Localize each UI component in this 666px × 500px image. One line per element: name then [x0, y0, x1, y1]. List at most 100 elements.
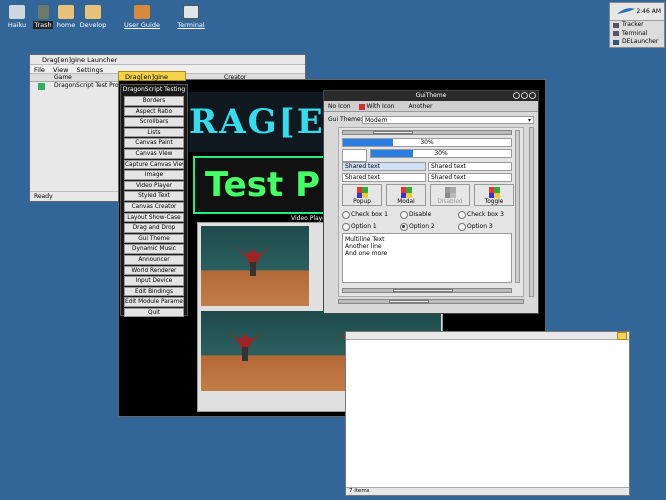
menu-item[interactable]: Capture Canvas View — [124, 159, 184, 170]
tab-bar: No Icon With Icon Another — [324, 101, 538, 112]
grid-icon — [444, 187, 456, 198]
window-vertical-scrollbar[interactable] — [529, 127, 534, 297]
tab-label: With Icon — [366, 103, 395, 110]
tab-no-icon[interactable]: No Icon — [328, 103, 351, 110]
folder-icon — [85, 5, 101, 19]
deskbar: 2:46 AM Tracker Terminal DELauncher — [609, 2, 665, 48]
window-title[interactable]: Drag[en]gine Launcher — [30, 55, 305, 65]
column-game[interactable]: Game — [54, 74, 72, 81]
text-field[interactable]: Shared text — [428, 173, 512, 182]
menu-item[interactable]: Drag and Drop — [124, 223, 184, 233]
home-folder-icon — [58, 5, 74, 19]
toggle-button[interactable]: Toggle — [474, 184, 514, 206]
theme-label: Gui Theme: — [328, 116, 363, 123]
window-tab[interactable] — [617, 332, 627, 340]
deskbar-item-label: Tracker — [622, 21, 644, 28]
menu-item[interactable]: Lists — [124, 127, 184, 138]
haiku-icon — [9, 5, 25, 19]
minimize-button[interactable] — [513, 92, 520, 99]
progress-value: 30% — [420, 139, 434, 146]
dragon-image — [235, 246, 271, 276]
tab-another[interactable]: Another — [409, 103, 433, 110]
menu-title: DragonScript Testing — [122, 86, 186, 93]
menu-item[interactable]: Canvas Paint — [124, 138, 184, 148]
grid-icon — [488, 187, 500, 198]
maximize-button[interactable] — [521, 92, 528, 99]
horizontal-scrollbar[interactable] — [342, 288, 512, 293]
deskbar-item-terminal[interactable]: Terminal — [610, 30, 664, 39]
deskbar-item-delauncher[interactable]: DELauncher — [610, 38, 664, 47]
menu-item[interactable]: Borders — [124, 96, 184, 106]
menu-item[interactable]: Quit — [124, 307, 184, 318]
checkbox-1[interactable]: Check box 1 — [342, 211, 388, 219]
theme-value: Modern — [365, 117, 388, 124]
desktop-icon-user-guide[interactable]: User Guide — [122, 5, 162, 29]
deskbar-item-label: DELauncher — [622, 38, 659, 45]
book-icon — [134, 5, 150, 19]
progress-bar-small — [342, 149, 367, 162]
text-line: And one more — [345, 250, 388, 257]
menu-item[interactable]: Video Player — [124, 180, 184, 191]
close-button[interactable] — [529, 92, 536, 99]
testing-menu: DragonScript Testing Borders Aspect Ratio… — [120, 84, 188, 318]
menu-item[interactable]: Edit Module Parameters — [124, 297, 184, 307]
menu-item[interactable]: Canvas Creator — [124, 201, 184, 212]
desktop-icon-label: Develop — [79, 21, 107, 29]
menu-item[interactable]: Gui Theme — [124, 233, 184, 244]
tab-icon — [358, 103, 365, 110]
menu-item[interactable]: Styled Text — [124, 191, 184, 201]
popup-button[interactable]: Popup — [342, 184, 382, 206]
desktop-icon-label: Haiku — [7, 21, 27, 29]
vertical-scrollbar[interactable] — [515, 130, 520, 283]
multiline-text-area[interactable]: Multiline Text Another line And one more — [342, 233, 512, 283]
menu-file[interactable]: File — [34, 66, 45, 74]
menu-item[interactable]: Image — [124, 170, 184, 180]
deskbar-item-label: Terminal — [622, 29, 648, 37]
progress-bar: 30% — [342, 138, 512, 147]
radio-option-2[interactable]: Option 2 — [400, 223, 435, 231]
desktop-icon-terminal[interactable]: Terminal — [174, 5, 208, 29]
button-label: Toggle — [484, 199, 504, 205]
scrollbar-thumb[interactable] — [373, 131, 413, 134]
text-field[interactable]: Shared text — [342, 162, 426, 171]
tracker-titlebar[interactable] — [346, 332, 629, 340]
menu-item[interactable]: Canvas View — [124, 148, 184, 159]
game-window-tab[interactable]: Drag[en]gine — [118, 71, 186, 81]
window-titlebar[interactable]: GuiTheme — [324, 91, 538, 101]
radio-option-1[interactable]: Option 1 — [342, 223, 377, 231]
scrollbar-thumb[interactable] — [393, 289, 453, 292]
scrollbar-thumb[interactable] — [389, 300, 429, 303]
menu-item[interactable]: Input Device — [124, 276, 184, 286]
clock[interactable]: 2:46 AM — [636, 8, 661, 15]
modal-button[interactable]: Modal — [386, 184, 426, 206]
menu-item[interactable]: Layout Show-Case — [124, 212, 184, 223]
text-field[interactable]: Shared text — [342, 173, 426, 182]
radio-option-3[interactable]: Option 3 — [458, 223, 493, 231]
grid-icon — [400, 187, 412, 198]
tracker-window: 7 items — [345, 331, 630, 496]
menu-item[interactable]: Scrollbars — [124, 117, 184, 127]
checkbox-3[interactable]: Check box 3 — [458, 211, 504, 219]
tab-with-icon[interactable]: With Icon — [358, 103, 401, 110]
theme-row: Gui Theme: Modern ▾ — [328, 116, 534, 125]
menu-view[interactable]: View — [53, 66, 68, 74]
checkbox-disable[interactable]: Disable — [400, 211, 431, 219]
window-horizontal-scrollbar[interactable] — [338, 299, 524, 304]
desktop-icon-label: home — [56, 21, 76, 29]
dragon-scene — [201, 226, 309, 306]
menu-settings[interactable]: Settings — [76, 66, 103, 74]
horizontal-scrollbar[interactable] — [342, 130, 512, 135]
progress-value: 30% — [434, 150, 448, 157]
menu-item[interactable]: World Renderer — [124, 265, 184, 276]
gui-theme-window: GuiTheme No Icon With Icon Another Gui T… — [323, 90, 539, 314]
menu-item[interactable]: Aspect Ratio — [124, 106, 184, 117]
deskbar-item-tracker[interactable]: Tracker — [610, 21, 664, 30]
text-field[interactable]: Shared text — [428, 162, 512, 171]
menu-item[interactable]: Edit Bindings — [124, 286, 184, 297]
haiku-leaf-icon[interactable] — [616, 6, 636, 16]
theme-select[interactable]: Modern ▾ — [362, 116, 534, 124]
menu-item[interactable]: Announcer — [124, 254, 184, 265]
desktop-icon-develop[interactable]: Develop — [76, 5, 110, 29]
menu-item[interactable]: Dynamic Music — [124, 244, 184, 254]
disabled-button[interactable]: Disabled — [430, 184, 470, 206]
